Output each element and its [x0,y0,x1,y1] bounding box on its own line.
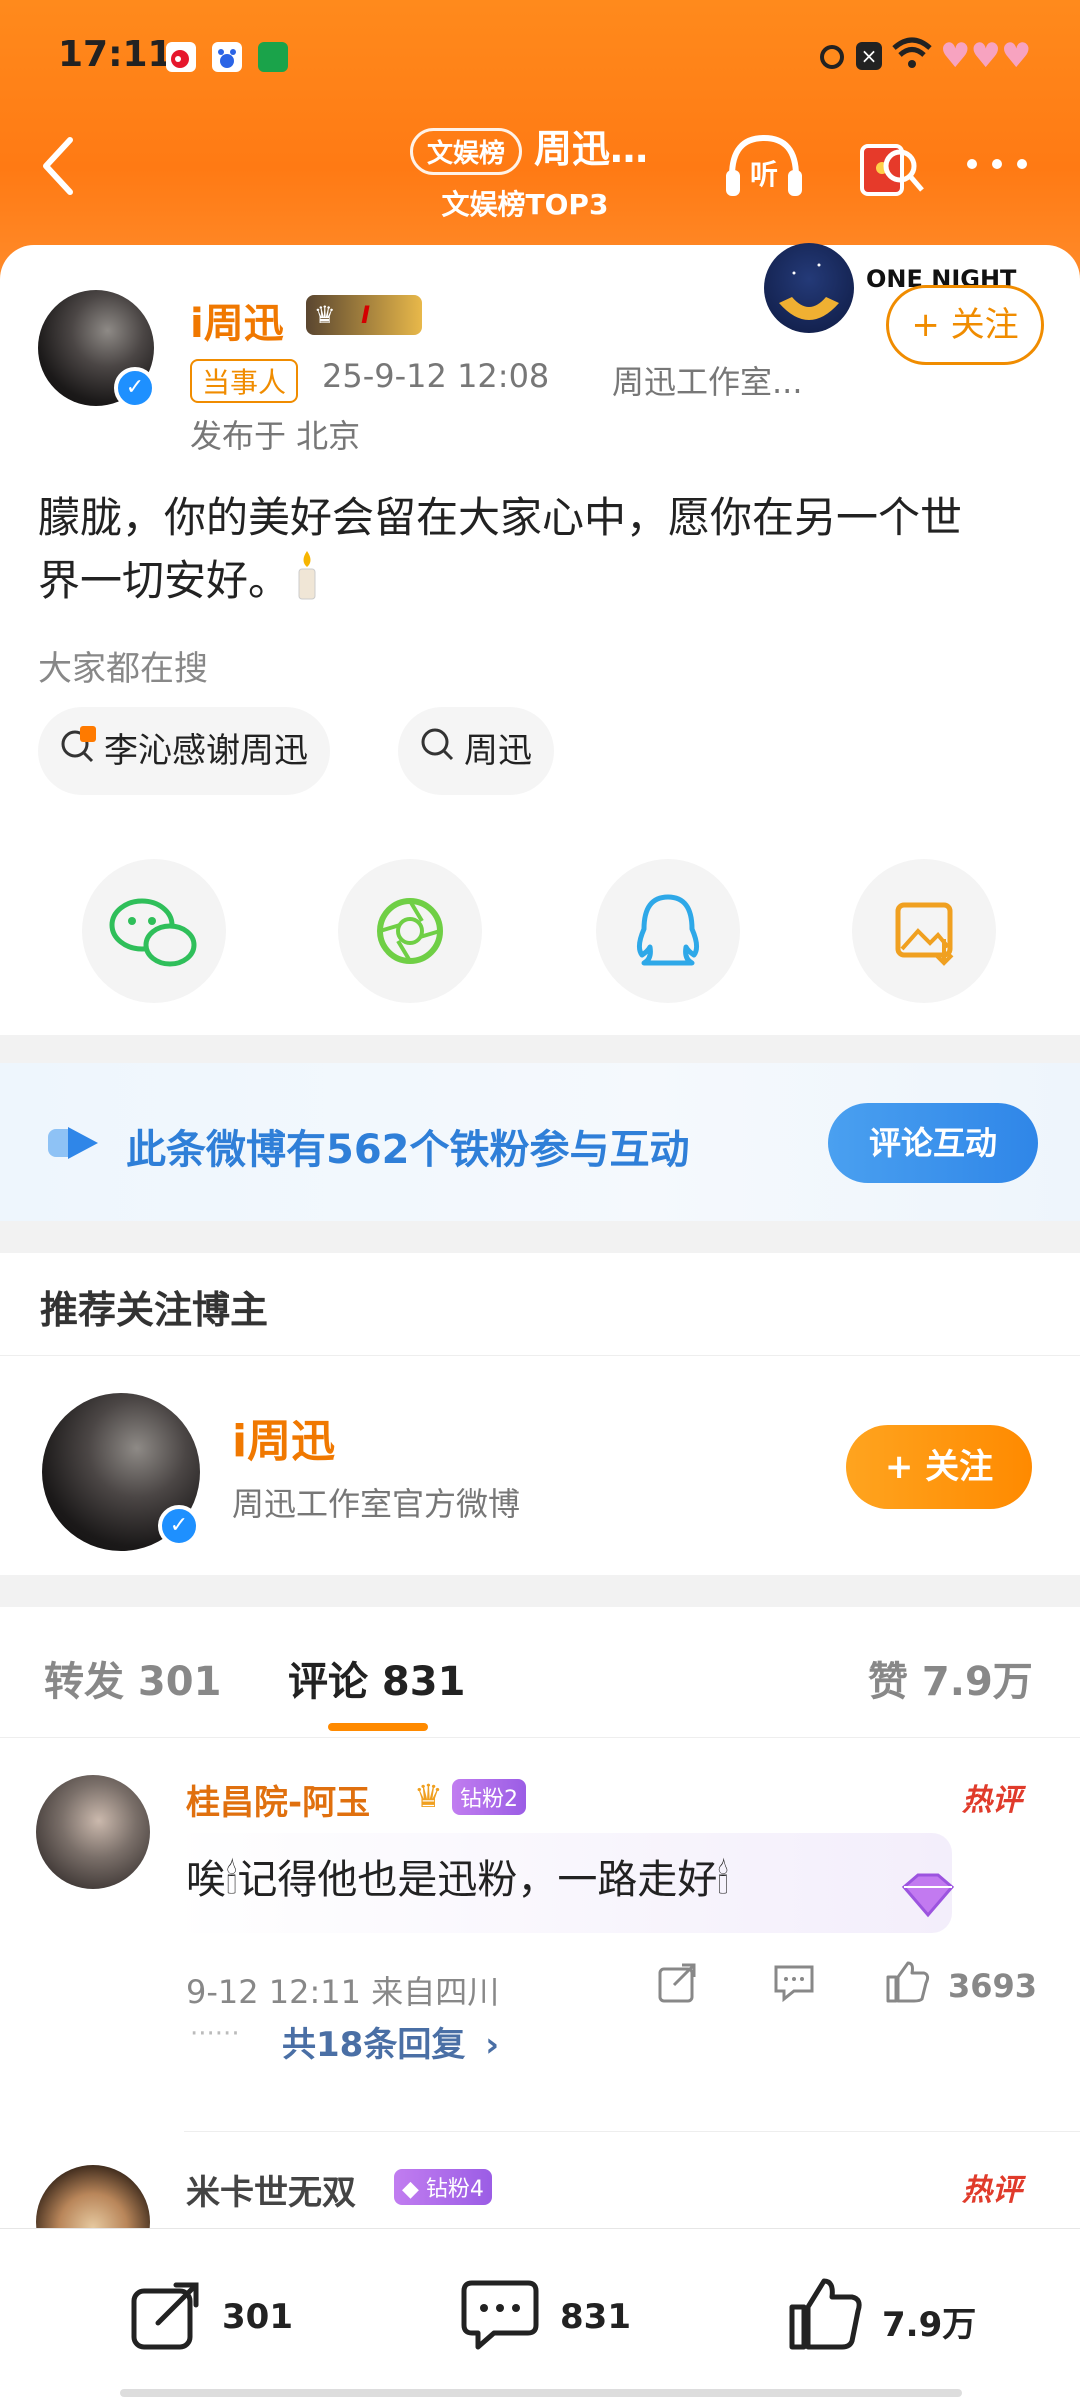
post-source[interactable]: 周迅工作室... [612,357,803,403]
verified-icon: ✓ [114,367,156,409]
game-app-icon [258,42,288,72]
fans-banner[interactable]: 此条微博有562个铁粉参与互动 评论互动 [0,1063,1080,1221]
tab-repost[interactable]: 转发 301 [44,1649,221,1707]
back-icon[interactable] [36,134,80,202]
nav-subtitle: 文娱榜TOP3 [441,188,609,221]
fan-badge[interactable]: 钻粉2 [452,1779,526,1815]
fans-text: 此条微博有562个铁粉参与互动 [126,1127,690,1173]
vip-crown-badge[interactable]: ♛ I [306,295,422,335]
like-icon [789,2278,862,2350]
listen-icon[interactable]: 听 [722,130,806,206]
nav-tag: 文娱榜 [410,128,523,175]
diamond-icon [894,1869,962,1929]
ad-badge-icon[interactable] [764,243,854,333]
baidu-app-icon [212,42,242,72]
follow-button[interactable]: + 关注 [886,285,1044,365]
candle-icon [296,549,318,618]
header: 17:11 × ♥♥♥ 文娱榜 周迅… 文娱榜TOP3 听 [0,0,1080,280]
recommend-name[interactable]: i周迅 [232,1405,335,1469]
post-content-line1: 朦胧，你的美好会留在大家心中，愿你在另一个世 [38,493,963,542]
role-tag: 当事人 [190,359,299,403]
comment-reply-icon[interactable] [772,1963,816,2007]
hot-comment-badge: 热评 [962,1783,1022,1818]
bottom-repost-count: 301 [222,2297,293,2337]
comment2-fan-badge[interactable]: ◆ 钻粉4 [394,2169,492,2205]
recommend-section: 推荐关注博主 ✓ i周迅 周迅工作室官方微博 + 关注 [0,1253,1080,1575]
repost-icon [131,2282,199,2350]
svg-text:听: 听 [750,158,778,191]
wechat-icon [109,898,197,967]
search-chip-hot[interactable]: 李沁感谢周迅 [38,707,330,795]
comment-meta: 9-12 12:11 来自四川 [186,1973,500,2011]
comment-repost-icon[interactable] [656,1961,700,2009]
qq-icon [636,894,700,966]
tabs-divider [0,1737,1080,1738]
comment-like-count: 3693 [948,1967,1038,2005]
diamond-small-icon: ◆ [402,2177,419,2202]
comment-divider [184,2131,1080,2132]
share-qq-button[interactable] [596,859,740,1003]
comment-author[interactable]: 桂昌院-阿玉 [186,1775,370,1824]
recommend-desc: 周迅工作室官方微博 [232,1485,521,1523]
bottom-like-button[interactable]: 7.9万 [786,2273,1006,2353]
vip-badge-label: I [361,301,371,329]
weibo-app-icon [166,42,196,72]
comment2-author[interactable]: 米卡世无双 [186,2165,356,2214]
bottom-comment-count: 831 [560,2297,631,2337]
view-replies-label: 共18条回复 [282,2025,466,2065]
post-time: 25-9-12 12:08 [322,357,550,395]
tab-indicator [328,1723,428,1731]
post-card: ✓ i周迅 ♛ I 当事人 25-9-12 12:08 周迅工作室... 发布于… [0,243,1080,1035]
recommend-follow-button[interactable]: + 关注 [846,1425,1032,1509]
comment2-fan-badge-label: 钻粉4 [425,2177,484,2202]
moments-icon [377,898,443,964]
recommend-title: 推荐关注博主 [40,1288,269,1332]
hot-search-icon [58,709,98,797]
nav-name: 周迅… [534,127,649,171]
wifi-icon [892,36,932,76]
post-content-line2-wrap: 界一切安好。 [38,549,1048,618]
comment-interact-button[interactable]: 评论互动 [828,1103,1038,1183]
save-image-button[interactable] [852,859,996,1003]
post-location: 发布于 北京 [190,417,361,455]
status-time: 17:11 [58,34,173,75]
tab-comment[interactable]: 评论 831 [288,1649,465,1707]
share-wechat-button[interactable] [82,859,226,1003]
share-moments-button[interactable] [338,859,482,1003]
tab-like[interactable]: 赞 7.9万 [868,1649,1033,1707]
comment-text: 唉🕯记得他也是迅粉，一路走好🕯 [186,1857,729,1903]
search-chip-hot-label: 李沁感谢周迅 [104,731,308,771]
search-chip-label: 周迅 [464,731,532,771]
more-icon[interactable] [962,152,1032,180]
home-indicator [120,2389,962,2397]
search-section-title: 大家都在搜 [38,649,208,689]
comment-like-icon[interactable] [884,1957,932,2009]
red-envelope-search-icon[interactable] [856,130,928,206]
bottom-repost-button[interactable]: 301 [128,2277,328,2353]
comment-avatar[interactable] [36,1775,150,1889]
notification-x-icon: × [856,42,882,70]
recommend-verified-icon: ✓ [158,1505,200,1547]
comment-icon [461,2280,539,2350]
fans-arrow-icon [46,1123,102,1167]
view-replies-link[interactable]: 共18条回复 › [282,2017,499,2066]
post-content-line2: 界一切安好。 [38,556,291,605]
search-icon [418,709,458,797]
search-chip-zhouxun[interactable]: 周迅 [398,707,554,795]
bottom-like-count: 7.9万 [882,2305,977,2345]
divider [0,1355,1080,1356]
author-name[interactable]: i周迅 [190,291,284,349]
nav-title[interactable]: 文娱榜 周迅… 文娱榜TOP3 [410,118,710,228]
alarm-icon [816,40,848,76]
bottom-action-bar: 301 831 7.9万 [0,2228,1080,2401]
post-content: 朦胧，你的美好会留在大家心中，愿你在另一个世 界一切安好。 [38,487,1048,618]
comment2-hot-badge: 热评 [962,2173,1022,2208]
crown-icon: ♛ [314,301,336,329]
reply-dots: ······ [190,2019,240,2049]
hearts-icon: ♥♥♥ [940,36,1032,76]
chevron-right-icon: › [485,2025,500,2065]
save-image-icon [895,902,954,966]
crown-icon: ♛ [414,1777,443,1815]
bottom-comment-button[interactable]: 831 [460,2277,660,2353]
